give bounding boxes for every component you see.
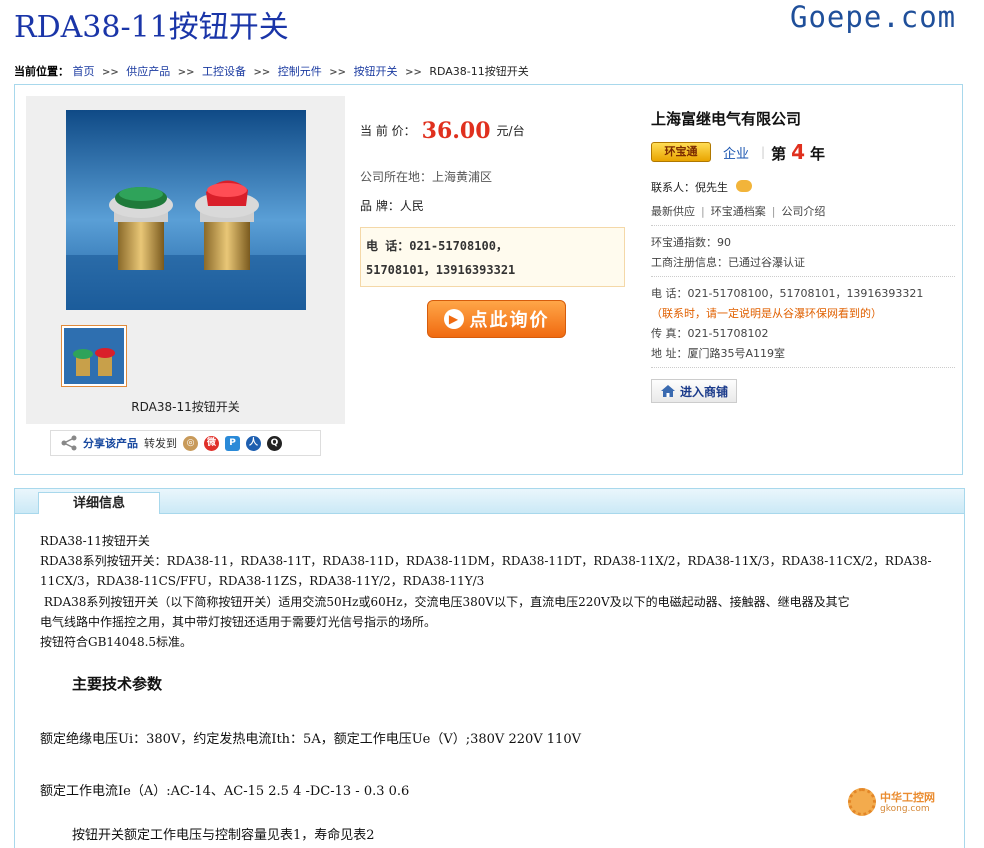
breadcrumb-sep: >> xyxy=(102,67,119,78)
company-name[interactable]: 上海富继电气有限公司 xyxy=(651,108,801,129)
link-archive[interactable]: 环宝通档案 xyxy=(711,205,766,218)
breadcrumb-sep: >> xyxy=(253,67,271,78)
company-fax: 传 真：021-51708102 xyxy=(651,327,769,340)
detail-line: 按钮符合GB14048.5标准。 xyxy=(40,635,193,649)
product-image-caption: RDA38-11按钮开关 xyxy=(131,400,240,414)
brand: 品 牌：人民 xyxy=(360,199,424,213)
divider xyxy=(651,367,955,368)
divider xyxy=(651,276,955,277)
hbt-index: 环宝通指数：90 xyxy=(651,236,731,249)
gear-icon xyxy=(848,788,876,816)
section-title: 主要技术参数 xyxy=(72,675,163,693)
company-address: 地 址：厦门路35号A119室 xyxy=(651,347,786,360)
breadcrumb-sep: >> xyxy=(405,67,422,78)
breadcrumb-label: 当前位置： xyxy=(14,65,69,78)
breadcrumb-sep: >> xyxy=(329,67,347,78)
company-type: 企业 xyxy=(723,146,750,162)
renren-icon[interactable]: 人 xyxy=(246,435,261,451)
breadcrumb-supply[interactable]: 供应产品 xyxy=(126,65,170,78)
breadcrumb-control[interactable]: 控制元件 xyxy=(278,65,322,78)
phone-box: 电 话：021-51708100， 51708101，13916393321 xyxy=(360,227,625,287)
weibo-icon[interactable]: 微 xyxy=(204,435,219,451)
divider xyxy=(651,225,955,226)
registration-info: 工商注册信息：已通过谷瀑认证 xyxy=(651,256,805,269)
detail-line: RDA38系列按钮开关：RDA38-11，RDA38-11T，RDA38-11D… xyxy=(40,554,932,568)
contact-person: 联系人：倪先生 xyxy=(651,181,728,194)
link-latest-supply[interactable]: 最新供应 xyxy=(651,205,695,218)
price-label: 当 前 价： xyxy=(360,124,416,138)
enter-shop-label: 进入商铺 xyxy=(679,384,728,399)
watermark: 中华工控网 gkong.com xyxy=(848,788,935,816)
product-main-image[interactable] xyxy=(66,110,306,310)
membership-row: 环宝通 企业 | 第4年 xyxy=(651,140,825,164)
arrow-right-icon: ▶ xyxy=(443,309,464,329)
huanbaotong-badge: 环宝通 xyxy=(651,142,711,162)
inquiry-label: 点此询价 xyxy=(469,310,550,331)
breadcrumb-sep: >> xyxy=(177,67,195,78)
link-company-intro[interactable]: 公司介绍 xyxy=(781,205,825,218)
detail-line: 电气线路中作摇控之用，其中带灯按钮还适用于需要灯光信号指示的场所。 xyxy=(40,615,437,629)
breadcrumb: 当前位置： 首页 >> 供应产品 >> 工控设备 >> 控制元件 >> 按钮开关… xyxy=(14,63,529,79)
page-title: RDA38-11按钮开关 xyxy=(14,10,289,45)
pengyou-icon[interactable]: P xyxy=(225,435,240,451)
home-icon xyxy=(660,385,675,397)
inquiry-button[interactable]: ▶ 点此询价 xyxy=(427,300,566,338)
share-label: 分享该产品 xyxy=(83,437,138,450)
price-value: 36.00 xyxy=(421,118,491,144)
detail-line: RDA38-11按钮开关 xyxy=(40,534,150,548)
qzone-icon[interactable]: ◎ xyxy=(183,435,198,451)
company-location: 公司所在地：上海黄浦区 xyxy=(360,170,493,184)
detail-line: RDA38系列按钮开关（以下简称按钮开关）适用交流50Hz或60Hz，交流电压3… xyxy=(40,595,850,609)
product-thumbnail[interactable] xyxy=(61,325,127,387)
company-links: 最新供应 | 环宝通档案 | 公司介绍 xyxy=(651,205,826,218)
phone-line-1: 电 话：021-51708100， xyxy=(366,239,508,253)
share-icon xyxy=(61,435,77,451)
param-line: 额定工作电流Ie（A）:AC-14、AC-15 2.5 4 -DC-13 - 0… xyxy=(40,784,410,799)
breadcrumb-button-switch[interactable]: 按钮开关 xyxy=(354,65,398,78)
company-phone: 电 话：021-51708100，51708101，13916393321 xyxy=(651,287,924,300)
price-row: 当 前 价： 36.00 元/台 xyxy=(360,118,525,144)
param-line: 额定绝缘电压Ui：380V，约定发热电流Ith：5A，额定工作电压Ue（V）;3… xyxy=(40,732,581,747)
chat-icon[interactable] xyxy=(735,180,752,192)
breadcrumb-home[interactable]: 首页 xyxy=(73,65,95,78)
watermark-name: 中华工控网 xyxy=(880,790,935,804)
contact-row: 联系人：倪先生 xyxy=(651,179,752,195)
breadcrumb-industrial[interactable]: 工控设备 xyxy=(202,65,246,78)
site-logo[interactable]: Goepe.com xyxy=(790,0,956,34)
share-bar: 分享该产品 转发到 ◎ 微 P 人 Q xyxy=(50,430,321,456)
breadcrumb-current: RDA38-11按钮开关 xyxy=(429,65,529,78)
tab-detail-info[interactable]: 详细信息 xyxy=(38,492,160,514)
param-line: 按钮开关额定工作电压与控制容量见表1，寿命见表2 xyxy=(72,828,375,843)
membership-years: 第4年 xyxy=(771,140,826,164)
enter-shop-button[interactable]: 进入商铺 xyxy=(651,379,737,403)
detail-line: 11CX/3，RDA38-11CS/FFU，RDA38-11ZS，RDA38-1… xyxy=(40,574,485,588)
contact-notice: （联系时，请一定说明是从谷瀑环保网看到的） xyxy=(651,307,882,320)
forward-label: 转发到 xyxy=(144,437,177,450)
qq-icon[interactable]: Q xyxy=(267,435,282,451)
phone-line-2: 51708101，13916393321 xyxy=(366,263,516,277)
watermark-url: gkong.com xyxy=(880,803,930,814)
price-unit: 元/台 xyxy=(496,124,525,138)
